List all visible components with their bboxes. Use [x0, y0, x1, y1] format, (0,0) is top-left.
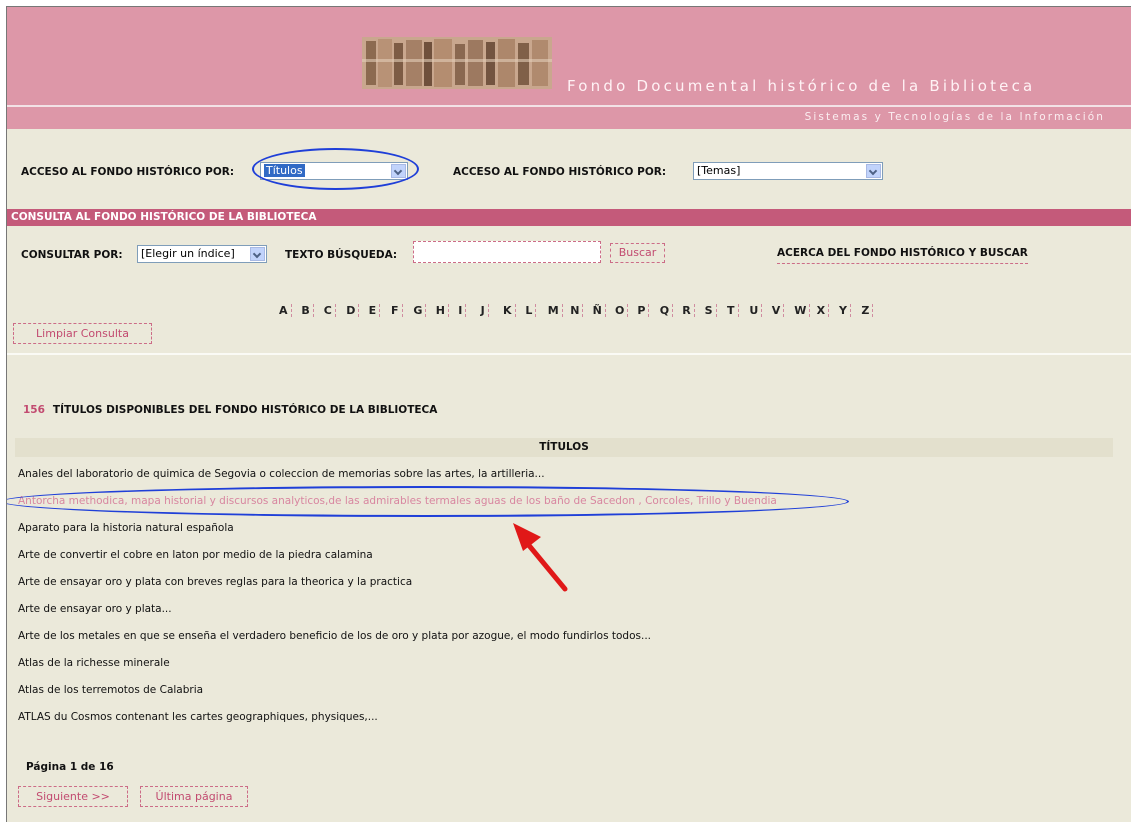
title-row[interactable]: Arte de ensayar oro y plata con breves r…: [18, 576, 412, 588]
highlight-ellipse-row: [7, 486, 849, 517]
acerca-link[interactable]: ACERCA DEL FONDO HISTÓRICO Y BUSCAR: [777, 247, 1028, 264]
access-select-2[interactable]: [Temas]: [693, 162, 883, 180]
red-arrow-annotation: [513, 523, 568, 592]
letter-link[interactable]: S: [705, 304, 717, 317]
access-label-2: ACCESO AL FONDO HISTÓRICO POR:: [453, 166, 667, 178]
title-row[interactable]: Atlas de los terremotos de Calabria: [18, 684, 203, 696]
letter-link[interactable]: F: [391, 304, 403, 317]
titles-column-header: TÍTULOS: [15, 438, 1113, 457]
access-label-1: ACCESO AL FONDO HISTÓRICO POR:: [21, 166, 235, 178]
search-input[interactable]: [413, 241, 601, 263]
letter-link[interactable]: J: [481, 304, 489, 317]
header-banner: Fondo Documental histórico de la Bibliot…: [7, 7, 1131, 105]
letter-link[interactable]: V: [772, 304, 785, 317]
title-row[interactable]: ATLAS du Cosmos contenant les cartes geo…: [18, 711, 378, 723]
letter-link[interactable]: R: [682, 304, 695, 317]
page-frame: Fondo Documental histórico de la Bibliot…: [6, 6, 1131, 822]
letter-link[interactable]: P: [637, 304, 650, 317]
letter-link[interactable]: Ñ: [593, 304, 606, 317]
letter-link[interactable]: U: [749, 304, 763, 317]
title-row[interactable]: Arte de ensayar oro y plata...: [18, 603, 172, 615]
last-page-button[interactable]: Última página: [140, 786, 248, 807]
letter-link[interactable]: T: [727, 304, 739, 317]
letter-link[interactable]: E: [369, 304, 381, 317]
letter-link[interactable]: O: [615, 304, 629, 317]
highlight-ellipse-select: [252, 148, 419, 190]
title-row[interactable]: Anales del laboratorio de quimica de Seg…: [18, 468, 545, 480]
letter-link[interactable]: Q: [660, 304, 674, 317]
texto-label: TEXTO BÚSQUEDA:: [285, 249, 398, 261]
letter-link[interactable]: L: [525, 304, 537, 317]
title-row[interactable]: Arte de convertir el cobre en laton por …: [18, 549, 373, 561]
letter-link[interactable]: K: [503, 304, 516, 317]
chevron-down-icon[interactable]: [250, 247, 265, 261]
letter-link[interactable]: G: [413, 304, 427, 317]
letter-link[interactable]: A: [279, 304, 292, 317]
consultar-label: CONSULTAR POR:: [21, 249, 123, 261]
books-image: [362, 37, 552, 89]
letter-link[interactable]: Y: [839, 304, 851, 317]
index-select-value: [Elegir un índice]: [141, 247, 235, 260]
letter-link[interactable]: H: [436, 304, 450, 317]
site-title: Fondo Documental histórico de la Bibliot…: [567, 77, 1036, 95]
letter-link[interactable]: I: [458, 304, 467, 317]
results-count: 156: [23, 404, 45, 416]
consulta-bar: CONSULTA AL FONDO HISTÓRICO DE LA BIBLIO…: [7, 209, 1131, 226]
site-subtitle: Sistemas y Tecnologías de la Información: [804, 111, 1105, 123]
letter-link[interactable]: N: [570, 304, 584, 317]
letter-link[interactable]: W: [794, 304, 811, 317]
section-divider: [7, 353, 1131, 355]
results-count-line: 156 TÍTULOS DISPONIBLES DEL FONDO HISTÓRI…: [23, 404, 437, 416]
index-select[interactable]: [Elegir un índice]: [137, 245, 267, 263]
page-info: Página 1 de 16: [26, 761, 114, 773]
limpiar-consulta-button[interactable]: Limpiar Consulta: [13, 323, 152, 344]
letter-link[interactable]: Z: [861, 304, 874, 317]
next-page-button[interactable]: Siguiente >>: [18, 786, 128, 807]
letter-link[interactable]: C: [324, 304, 336, 317]
letter-link[interactable]: B: [301, 304, 314, 317]
chevron-down-icon[interactable]: [866, 164, 881, 178]
subtitle-bar: Sistemas y Tecnologías de la Información: [7, 107, 1131, 129]
letter-link[interactable]: D: [346, 304, 360, 317]
title-row[interactable]: Atlas de la richesse minerale: [18, 657, 170, 669]
results-caption: TÍTULOS DISPONIBLES DEL FONDO HISTÓRICO …: [52, 404, 438, 416]
letter-link[interactable]: X: [817, 304, 830, 317]
title-row[interactable]: Arte de los metales en que se enseña el …: [18, 630, 651, 642]
letter-link[interactable]: M: [548, 304, 563, 317]
access-select-2-value: [Temas]: [697, 164, 741, 177]
buscar-button[interactable]: Buscar: [610, 243, 665, 263]
title-row[interactable]: Aparato para la historia natural español…: [18, 522, 234, 534]
